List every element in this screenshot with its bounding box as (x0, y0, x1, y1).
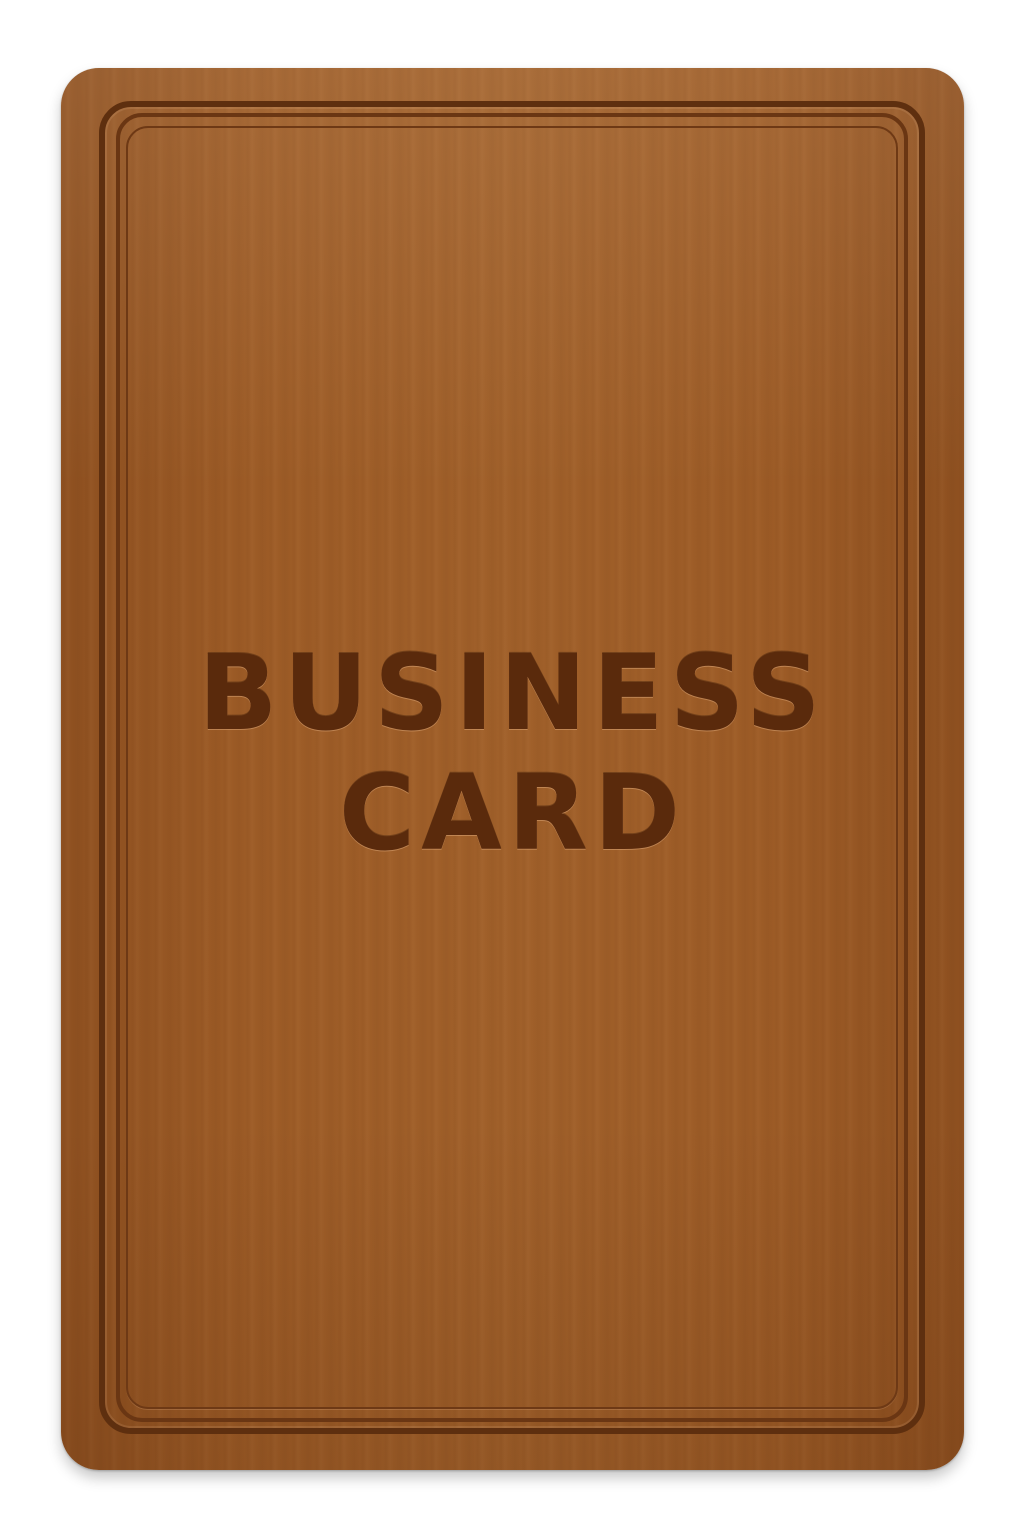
card-title-line-2: CARD (338, 752, 687, 874)
canvas: BUSINESS CARD (0, 0, 1024, 1536)
business-card: BUSINESS CARD (61, 68, 964, 1470)
card-title-line-1: BUSINESS (198, 632, 827, 754)
card-title: BUSINESS CARD (61, 633, 964, 873)
